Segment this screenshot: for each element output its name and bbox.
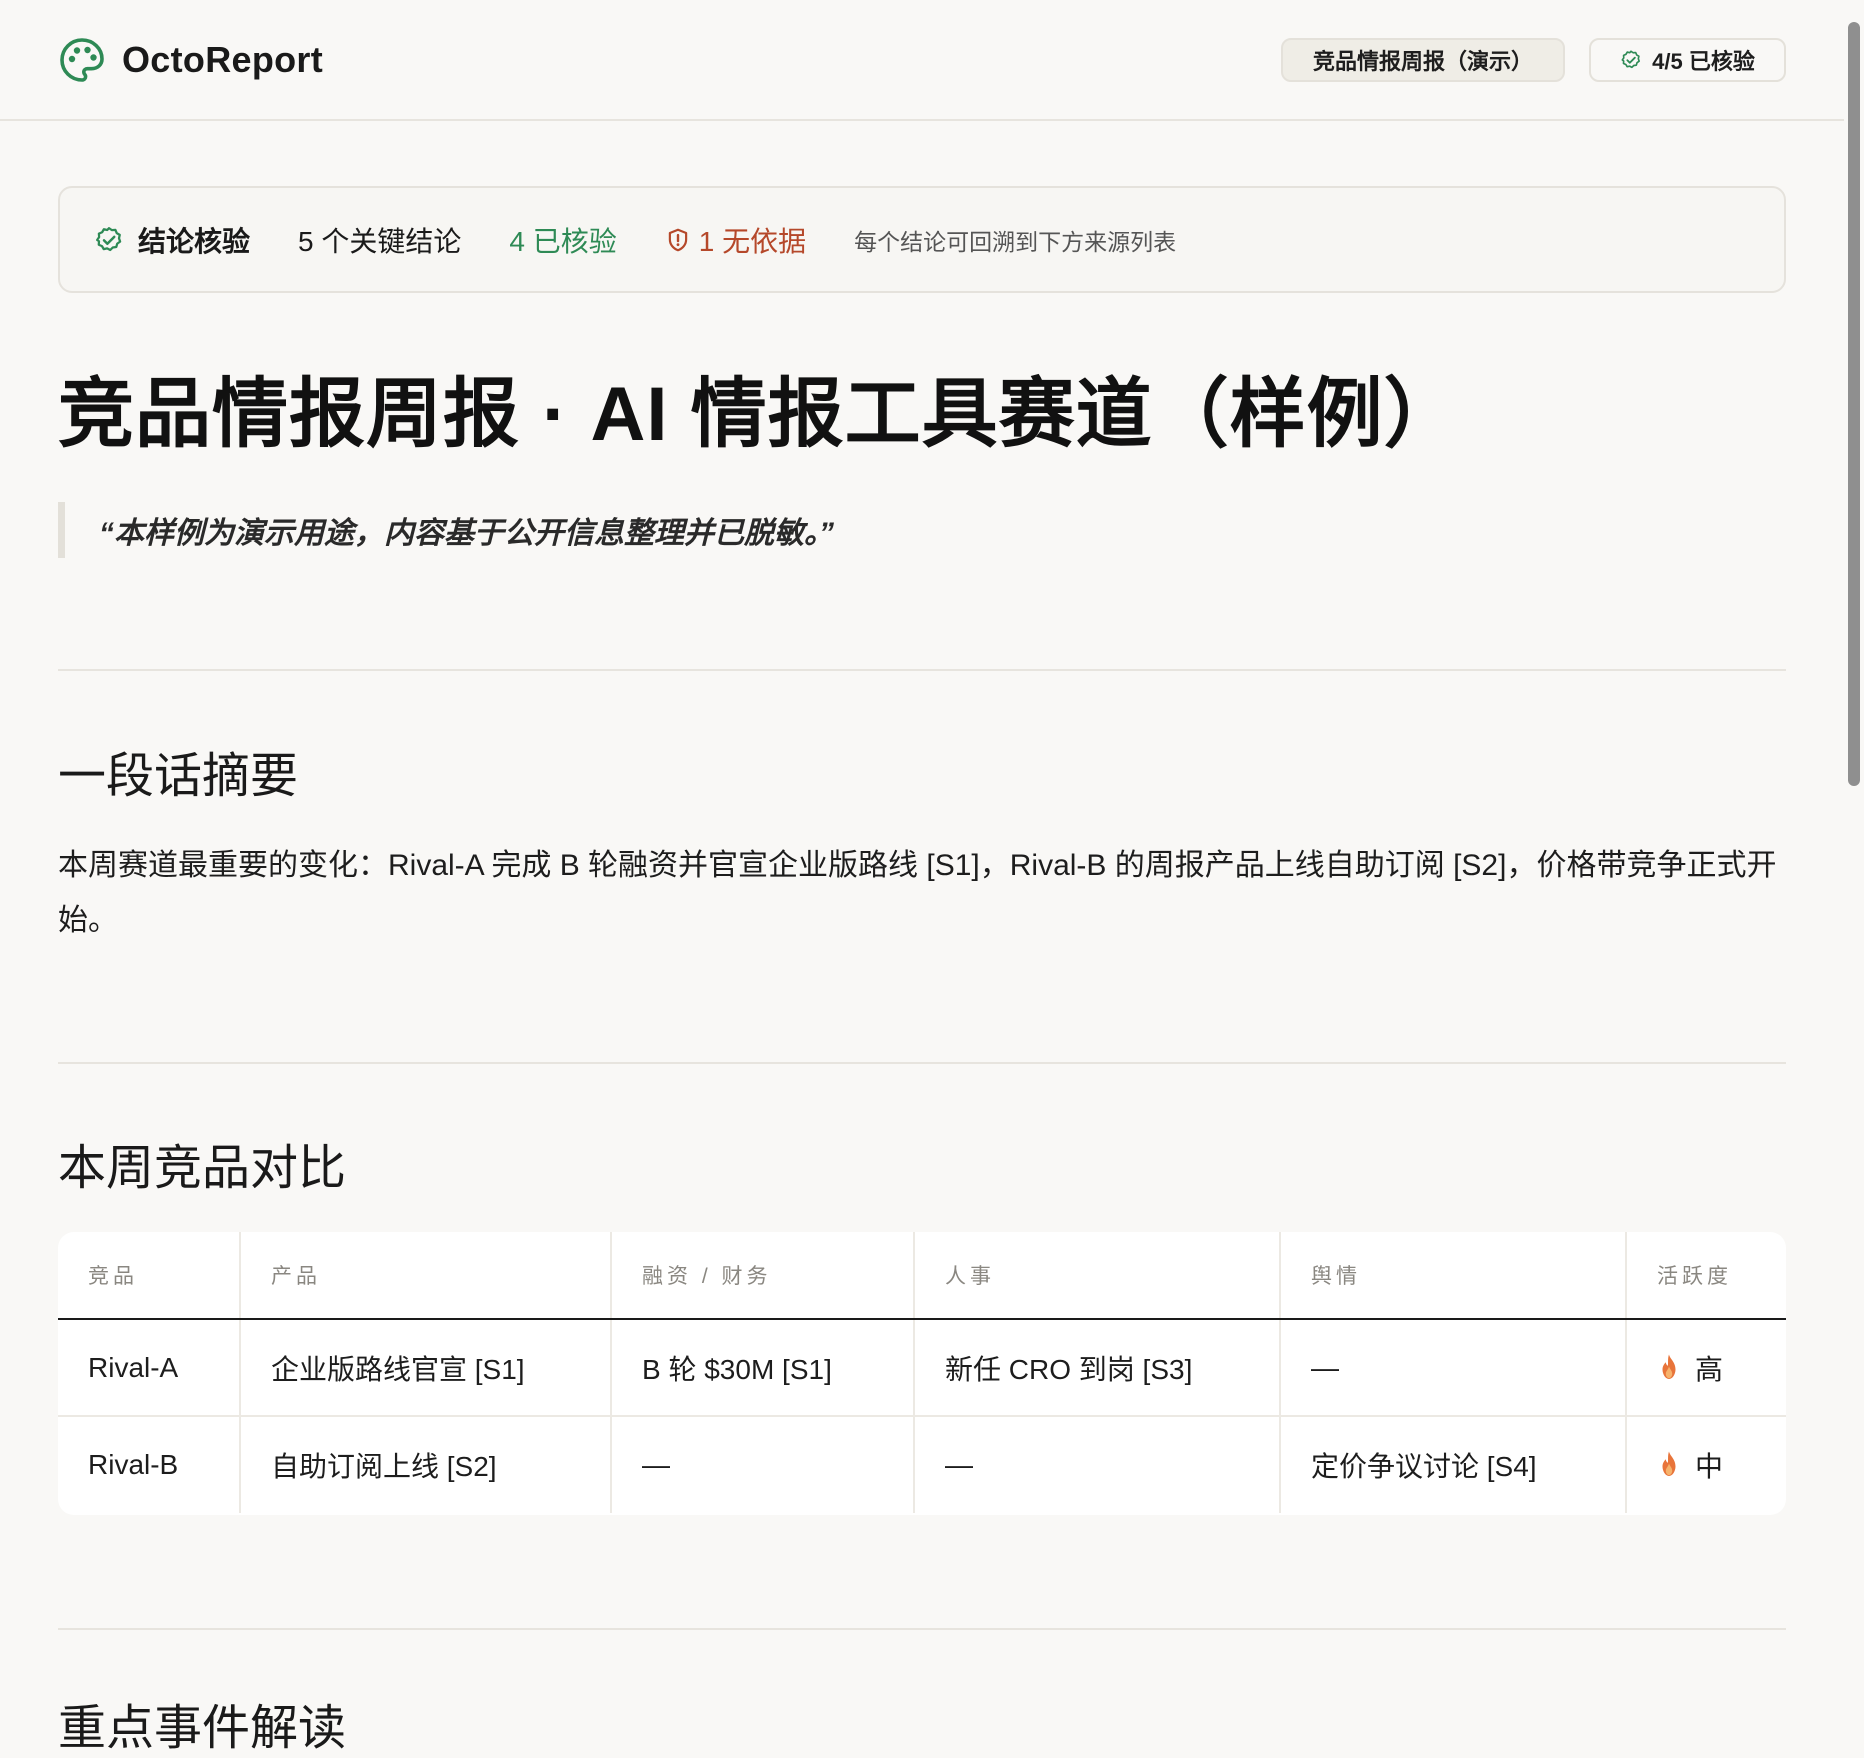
cell-activity: 高 (1626, 1319, 1786, 1417)
fire-icon (1662, 1451, 1676, 1476)
palette-logo-icon (60, 38, 104, 82)
divider (58, 1062, 1786, 1064)
cell-competitor: Rival-B (58, 1416, 241, 1513)
table-row[interactable]: Rival-A 企业版路线官宣 [S1] B 轮 $30M [S1] 新任 CR… (58, 1319, 1786, 1417)
unsupported-label: 1 无依据 (698, 225, 807, 257)
cell-competitor: Rival-A (58, 1319, 241, 1417)
table-row[interactable]: Rival-B 自助订阅上线 [S2] — — 定价争议讨论 [S4] 中 (58, 1416, 1786, 1513)
comparison-table: 竞品 产品 融资 / 财务 人事 舆情 活跃度 Rival-A 企业版路线官宣 … (58, 1232, 1786, 1515)
conclusion-count: 5 个关键结论 (298, 225, 462, 257)
activity-level: 高 (1695, 1353, 1724, 1385)
cell-sentiment: — (1280, 1319, 1627, 1417)
cell-funding: — (611, 1416, 915, 1513)
disclaimer-quote: “本样例为演示用途，内容基于公开信息整理并已脱敏。” (58, 502, 1786, 558)
verification-hint: 每个结论可回溯到下方来源列表 (854, 228, 1177, 255)
verification-summary-bar: 结论核验 5 个关键结论 4 已核验 1 无依据 每个结论可回溯到下方来源列表 (58, 186, 1786, 293)
verification-title: 结论核验 (138, 225, 251, 257)
cell-product: 企业版路线官宣 [S1] (240, 1319, 612, 1417)
summary-heading: 一段话摘要 (58, 750, 299, 803)
unsupported-count[interactable]: 1 无依据 (665, 220, 806, 260)
column-header-funding[interactable]: 融资 / 财务 (611, 1232, 915, 1320)
table-header-row: 竞品 产品 融资 / 财务 人事 舆情 活跃度 (58, 1232, 1786, 1320)
disclaimer-text: “本样例为演示用途，内容基于公开信息整理并已脱敏。” (99, 517, 834, 550)
cell-product: 自助订阅上线 [S2] (240, 1416, 612, 1513)
shield-alert-icon (668, 228, 687, 251)
column-header-personnel[interactable]: 人事 (914, 1232, 1281, 1320)
cell-personnel: 新任 CRO 到岗 [S3] (914, 1319, 1281, 1417)
verified-count-label: 4/5 已核验 (1652, 49, 1755, 74)
verified-count-pill[interactable]: 4/5 已核验 (1589, 38, 1786, 82)
column-header-competitor[interactable]: 竞品 (58, 1232, 241, 1320)
brand-name: OctoReport (122, 39, 323, 80)
cell-personnel: — (914, 1416, 1281, 1513)
key-events-heading: 重点事件解读 (58, 1702, 347, 1755)
brand[interactable]: OctoReport (58, 36, 323, 84)
report-type-label: 竞品情报周报（演示） (1312, 49, 1533, 74)
scrollbar-thumb[interactable] (1848, 22, 1860, 786)
cell-activity: 中 (1626, 1416, 1786, 1513)
column-header-activity[interactable]: 活跃度 (1626, 1232, 1786, 1320)
cell-funding: B 轮 $30M [S1] (611, 1319, 915, 1417)
fire-icon (1662, 1354, 1676, 1379)
column-header-product[interactable]: 产品 (240, 1232, 612, 1320)
top-bar: OctoReport 竞品情报周报（演示） 4/5 已核验 (0, 0, 1844, 121)
report-type-pill[interactable]: 竞品情报周报（演示） (1281, 38, 1565, 82)
cell-sentiment: 定价争议讨论 [S4] (1280, 1416, 1627, 1513)
summary-paragraph: 本周赛道最重要的变化：Rival-A 完成 B 轮融资并官宣企业版路线 [S1]… (58, 849, 1777, 937)
check-circle-icon (96, 226, 122, 251)
divider (58, 1628, 1786, 1630)
comparison-heading: 本周竞品对比 (58, 1142, 347, 1195)
check-circle-icon (1621, 50, 1641, 69)
activity-level: 中 (1695, 1451, 1724, 1482)
page-title: 竞品情报周报 · AI 情报工具赛道（样例） (58, 372, 1461, 457)
column-header-sentiment[interactable]: 舆情 (1280, 1232, 1627, 1320)
divider (58, 669, 1786, 671)
verified-count[interactable]: 4 已核验 (509, 220, 616, 260)
